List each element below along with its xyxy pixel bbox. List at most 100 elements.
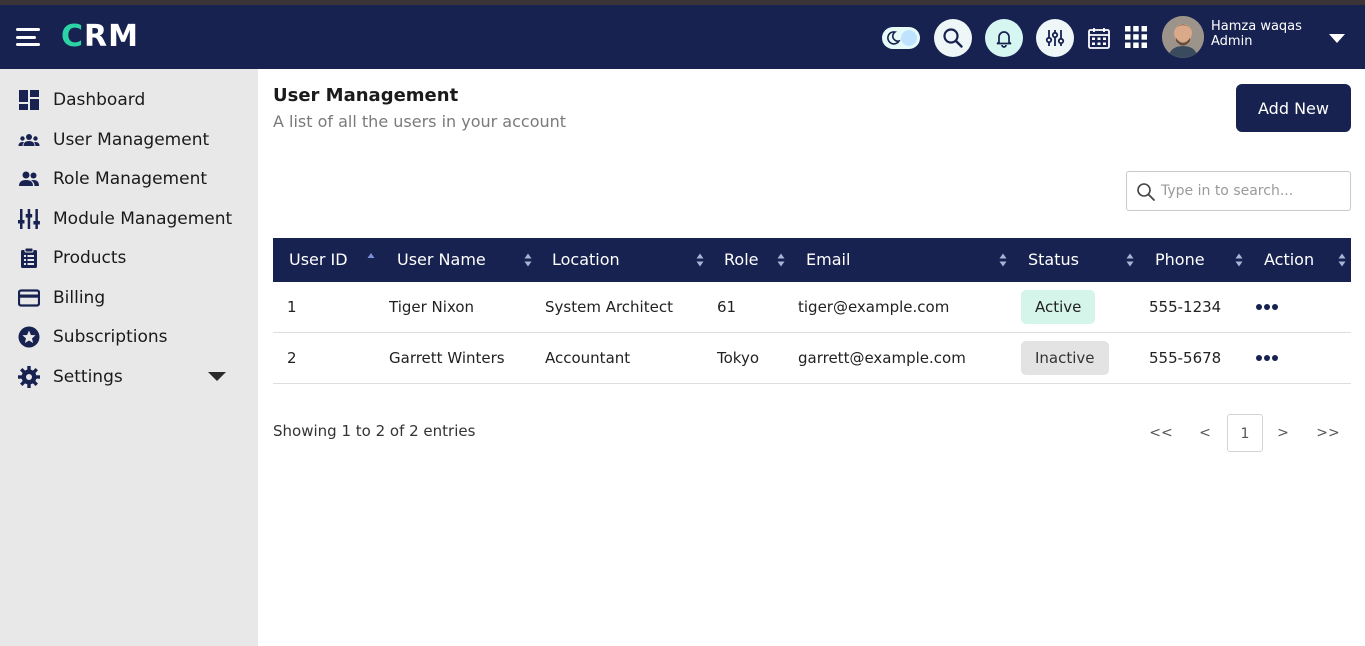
column-label: Role xyxy=(724,250,759,269)
users-icon xyxy=(18,134,40,146)
page-subtitle: A list of all the users in your account xyxy=(273,112,567,131)
sort-icon[interactable] xyxy=(1338,253,1346,267)
role-icon xyxy=(19,171,39,186)
moon-icon xyxy=(887,31,901,45)
sort-icon[interactable] xyxy=(1126,253,1134,267)
search-box xyxy=(1126,171,1351,211)
user-info[interactable]: Hamza waqas Admin xyxy=(1211,19,1302,49)
table-header: User ID User Name Location Role Email St… xyxy=(273,238,1351,282)
sort-icon[interactable] xyxy=(1235,253,1243,267)
chevron-down-icon[interactable] xyxy=(1329,34,1345,43)
sidebar-item-label: Subscriptions xyxy=(53,327,168,347)
top-navbar: CRM Hamza waqas Admin xyxy=(0,5,1365,69)
column-label: Status xyxy=(1028,250,1079,269)
sidebar-item-dashboard[interactable]: Dashboard xyxy=(0,81,258,117)
credit-card-icon xyxy=(18,289,40,307)
sort-icon[interactable] xyxy=(696,253,704,267)
sort-asc-icon[interactable] xyxy=(367,252,375,266)
column-label: Email xyxy=(806,250,851,269)
sidebar-item-billing[interactable]: Billing xyxy=(0,279,258,315)
sort-icon[interactable] xyxy=(999,253,1007,267)
column-header-email[interactable]: Email xyxy=(806,238,850,282)
cell-user-id: 2 xyxy=(287,349,297,367)
cell-location: System Architect xyxy=(545,298,673,316)
calendar-icon[interactable] xyxy=(1087,26,1111,50)
sidebar-item-label: Billing xyxy=(53,288,106,308)
settings-expand-caret[interactable] xyxy=(208,372,226,381)
sidebar-item-products[interactable]: Products xyxy=(0,239,258,275)
sidebar: Dashboard User Management Role Managemen… xyxy=(0,69,258,646)
logo-letter-c: C xyxy=(61,19,85,54)
sidebar-item-label: User Management xyxy=(53,130,210,150)
avatar[interactable] xyxy=(1162,16,1204,58)
column-header-action[interactable]: Action xyxy=(1264,238,1314,282)
table-row[interactable]: 1 Tiger Nixon System Architect 61 tiger@… xyxy=(273,282,1351,333)
status-badge: Active xyxy=(1021,290,1096,324)
menu-icon[interactable] xyxy=(16,28,40,46)
more-actions-icon[interactable] xyxy=(1256,355,1278,363)
apps-grid-icon[interactable] xyxy=(1125,26,1147,48)
column-label: Action xyxy=(1264,250,1315,269)
notifications-button[interactable] xyxy=(985,19,1023,57)
column-label: Location xyxy=(552,250,620,269)
sidebar-item-label: Settings xyxy=(53,367,123,387)
column-header-role[interactable]: Role xyxy=(724,238,758,282)
sidebar-item-user-management[interactable]: User Management xyxy=(0,121,258,157)
pagination-prev-button[interactable]: < xyxy=(1198,414,1212,452)
column-header-status[interactable]: Status xyxy=(1028,238,1079,282)
more-actions-icon[interactable] xyxy=(1256,304,1278,312)
add-new-button[interactable]: Add New xyxy=(1236,84,1351,132)
pagination-last-button[interactable]: >> xyxy=(1316,414,1340,452)
pagination-first-button[interactable]: << xyxy=(1149,414,1173,452)
bell-icon xyxy=(996,31,1012,48)
column-header-user-name[interactable]: User Name xyxy=(397,238,486,282)
sliders-icon xyxy=(1045,30,1065,46)
cell-user-name: Tiger Nixon xyxy=(389,298,475,316)
column-header-phone[interactable]: Phone xyxy=(1155,238,1205,282)
sort-icon[interactable] xyxy=(524,253,532,267)
entries-summary: Showing 1 to 2 of 2 entries xyxy=(273,422,476,440)
theme-toggle[interactable] xyxy=(882,27,920,49)
logo-letters-rm: RM xyxy=(84,19,139,54)
search-input[interactable] xyxy=(1161,180,1341,202)
clipboard-icon xyxy=(21,247,37,268)
column-header-user-id[interactable]: User ID xyxy=(289,238,348,282)
column-header-location[interactable]: Location xyxy=(552,238,620,282)
cell-user-name: Garrett Winters xyxy=(389,349,505,367)
cell-location: Accountant xyxy=(545,349,631,367)
sidebar-item-label: Role Management xyxy=(53,169,208,189)
dashboard-icon xyxy=(19,90,39,110)
cell-role: 61 xyxy=(717,298,737,316)
user-role: Admin xyxy=(1211,34,1253,49)
gear-icon xyxy=(18,366,40,388)
cell-phone: 555-5678 xyxy=(1149,349,1222,367)
sort-icon[interactable] xyxy=(777,253,785,267)
search-icon xyxy=(1137,183,1155,201)
pagination-next-button[interactable]: > xyxy=(1276,414,1290,452)
crm-logo[interactable]: CRM xyxy=(61,19,139,54)
page-title: User Management xyxy=(273,85,459,106)
filters-button[interactable] xyxy=(1036,19,1074,57)
star-badge-icon xyxy=(18,326,40,348)
toggle-knob xyxy=(901,30,917,46)
search-button[interactable] xyxy=(934,19,972,57)
sidebar-item-module-management[interactable]: Module Management xyxy=(0,200,258,236)
cell-email: garrett@example.com xyxy=(798,349,966,367)
sidebar-item-label: Module Management xyxy=(53,209,233,229)
cell-role: Tokyo xyxy=(717,349,759,367)
sidebar-item-label: Dashboard xyxy=(53,90,146,110)
search-icon xyxy=(943,28,963,48)
main-content: User Management A list of all the users … xyxy=(258,69,1365,646)
column-label: Phone xyxy=(1155,250,1205,269)
table-row[interactable]: 2 Garrett Winters Accountant Tokyo garre… xyxy=(273,333,1351,384)
sidebar-item-settings[interactable]: Settings xyxy=(0,358,258,394)
column-label: User Name xyxy=(397,250,486,269)
status-badge: Inactive xyxy=(1021,341,1109,375)
user-name: Hamza waqas xyxy=(1211,19,1302,34)
cell-phone: 555-1234 xyxy=(1149,298,1222,316)
sidebar-item-label: Products xyxy=(53,248,127,268)
sidebar-item-role-management[interactable]: Role Management xyxy=(0,160,258,196)
sidebar-item-subscriptions[interactable]: Subscriptions xyxy=(0,318,258,354)
pagination-page-1[interactable]: 1 xyxy=(1227,414,1263,452)
cell-user-id: 1 xyxy=(287,298,297,316)
